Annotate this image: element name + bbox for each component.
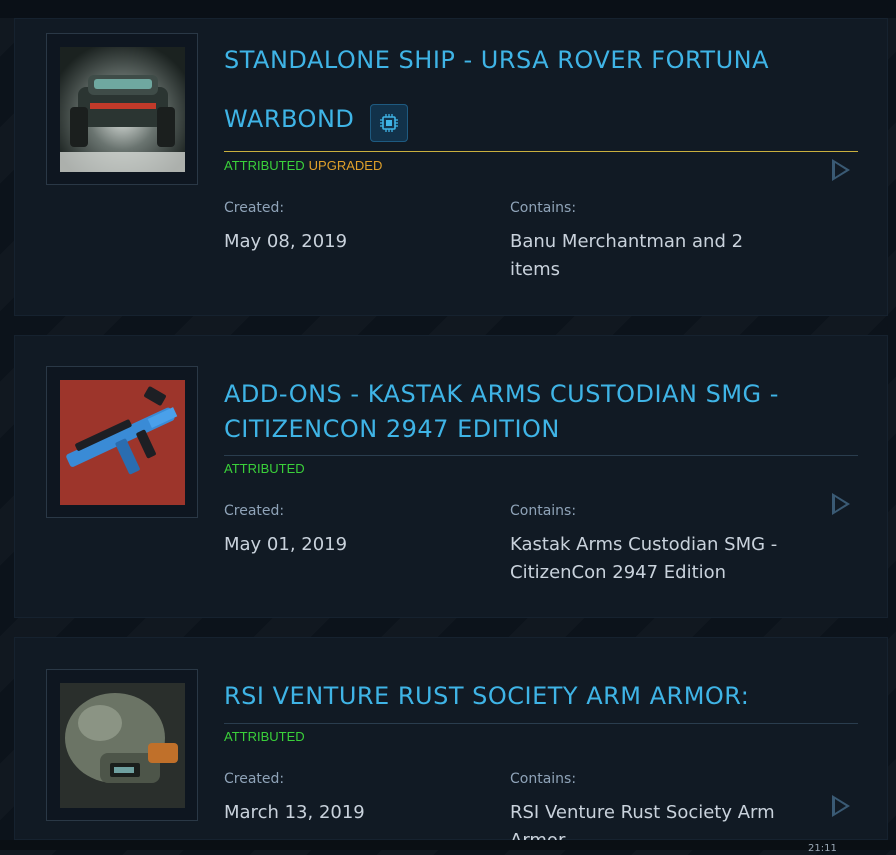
created-date: May 01, 2019: [224, 534, 348, 555]
contains-label: Contains:: [510, 771, 577, 787]
pledge-title-line2[interactable]: WARBOND: [224, 105, 364, 133]
expand-arrow-icon[interactable]: [832, 493, 850, 515]
taskbar: [0, 840, 896, 850]
rover-image: [60, 47, 185, 172]
expand-arrow-icon[interactable]: [832, 159, 850, 181]
chip-icon: [370, 104, 408, 142]
expand-arrow-icon[interactable]: [832, 795, 850, 817]
smg-image: [60, 380, 185, 505]
pledge-card[interactable]: RSI VENTURE RUST SOCIETY ARM ARMOR: ATTR…: [14, 637, 888, 851]
status-tags: ATTRIBUTED: [224, 461, 305, 476]
created-date: May 08, 2019: [224, 231, 348, 252]
title-divider: [224, 723, 858, 724]
contains-value: Banu Merchantman and 2 items: [510, 231, 744, 280]
title-divider: [224, 151, 858, 152]
top-strip: [0, 0, 896, 18]
pledge-title[interactable]: ADD-ONS - KASTAK ARMS CUSTODIAN SMG - CI…: [224, 377, 858, 447]
pledge-card[interactable]: ADD-ONS - KASTAK ARMS CUSTODIAN SMG - CI…: [14, 335, 888, 618]
created-date: March 13, 2019: [224, 802, 365, 823]
contains-label: Contains:: [510, 503, 577, 519]
pledge-title[interactable]: RSI VENTURE RUST SOCIETY ARM ARMOR:: [224, 682, 858, 710]
contains-label: Contains:: [510, 200, 577, 216]
attributed-badge: ATTRIBUTED: [224, 461, 305, 476]
pledge-thumbnail[interactable]: [46, 366, 198, 518]
attributed-badge: ATTRIBUTED: [224, 158, 305, 173]
armor-image: [60, 683, 185, 808]
pledge-title-line1[interactable]: STANDALONE SHIP - URSA ROVER FORTUNA: [224, 46, 858, 74]
status-tags: ATTRIBUTED: [224, 729, 305, 744]
title-divider: [224, 455, 858, 456]
created-label: Created:: [224, 771, 285, 787]
status-tags: ATTRIBUTED UPGRADED: [224, 158, 382, 173]
created-label: Created:: [224, 200, 285, 216]
attributed-badge: ATTRIBUTED: [224, 729, 305, 744]
clock: 21:11: [808, 843, 837, 854]
pledge-card[interactable]: STANDALONE SHIP - URSA ROVER FORTUNA WAR…: [14, 18, 888, 316]
pledge-thumbnail[interactable]: [46, 33, 198, 185]
created-label: Created:: [224, 503, 285, 519]
pledge-thumbnail[interactable]: [46, 669, 198, 821]
upgraded-badge: UPGRADED: [308, 158, 383, 173]
contains-value: Kastak Arms Custodian SMG - CitizenCon 2…: [510, 534, 778, 583]
